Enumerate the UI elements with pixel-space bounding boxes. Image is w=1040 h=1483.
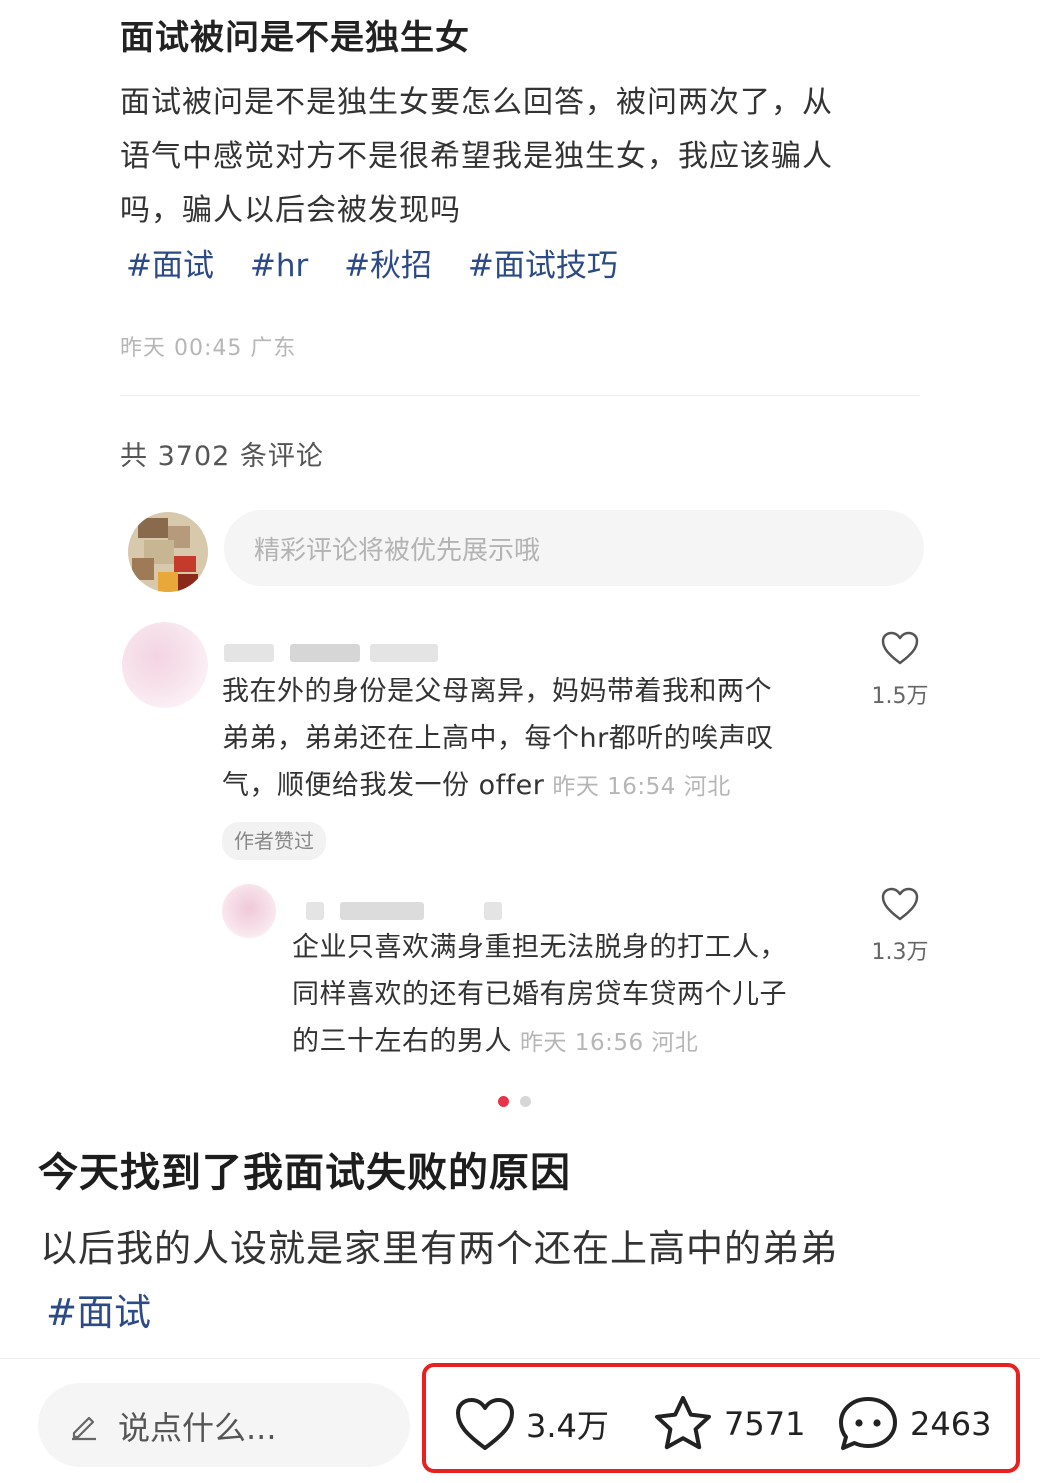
heart-icon — [881, 887, 919, 921]
divider — [120, 395, 920, 396]
post-body: 面试被问是不是独生女要怎么回答，被问两次了，从 语气中感觉对方不是很希望我是独生… — [120, 76, 920, 238]
post-body-line: 吗，骗人以后会被发现吗 — [120, 193, 461, 228]
comment-like-button[interactable]: 1.5万 — [860, 630, 940, 710]
heart-icon — [881, 631, 919, 665]
tag-link[interactable]: #hr — [250, 248, 308, 284]
tag-link[interactable]: #面试 — [126, 248, 214, 284]
comment-meta: 昨天 16:56 河北 — [520, 1030, 699, 1056]
like-count: 3.4万 — [526, 1407, 609, 1445]
commenter-name[interactable] — [224, 642, 438, 662]
post-tags: #面试 #hr #秋招 #面试技巧 — [126, 240, 644, 285]
comment-line: 弟弟，弟弟还在上高中，每个hr都听的唉声叹 — [222, 723, 774, 754]
comment-meta: 昨天 16:54 河北 — [552, 774, 731, 800]
carousel-dot[interactable] — [520, 1096, 531, 1107]
comment-bubble-icon — [839, 1397, 897, 1450]
comment-count-bottom: 2463 — [910, 1405, 992, 1443]
comment-text: 我在外的身份是父母离异，妈妈带着我和两个 弟弟，弟弟还在上高中，每个hr都听的唉… — [222, 668, 842, 811]
star-icon — [655, 1396, 711, 1450]
say-something-input[interactable]: 说点什么... — [38, 1383, 410, 1467]
comment-line: 我在外的身份是父母离异，妈妈带着我和两个 — [222, 676, 772, 707]
comment-line: 企业只喜欢满身重担无法脱身的打工人， — [292, 932, 787, 963]
comment-count: 共 3702 条评论 — [120, 441, 324, 472]
commenter-avatar[interactable] — [122, 622, 208, 708]
comment-line: 同样喜欢的还有已婚有房贷车贷两个儿子 — [292, 979, 787, 1010]
comment-line-text: 气，顺便给我发一份 offer — [222, 770, 545, 801]
author-liked-badge: 作者赞过 — [222, 822, 326, 860]
pencil-icon — [72, 1416, 96, 1441]
avatar — [128, 512, 208, 592]
comment-input[interactable]: 精彩评论将被优先展示哦 — [224, 510, 924, 586]
comment-line: 的三十左右的男人 昨天 16:56 河北 — [292, 1018, 852, 1067]
favorite-count: 7571 — [724, 1405, 806, 1443]
comment-like-button[interactable]: 1.3万 — [860, 886, 940, 966]
post-title: 面试被问是不是独生女 — [120, 18, 470, 58]
post-body: 以后我的人设就是家里有两个还在上高中的弟弟 — [40, 1227, 838, 1270]
say-something-placeholder: 说点什么... — [118, 1409, 277, 1447]
post-title: 今天找到了我面试失败的原因 — [38, 1150, 571, 1196]
comment-text: 企业只喜欢满身重担无法脱身的打工人， 同样喜欢的还有已婚有房贷车贷两个儿子 的三… — [292, 924, 852, 1067]
comment-line: 气，顺便给我发一份 offer 昨天 16:54 河北 — [222, 762, 842, 811]
post-body-line: 面试被问是不是独生女要怎么回答，被问两次了，从 — [120, 85, 833, 120]
like-button[interactable]: 3.4万 — [454, 1394, 609, 1454]
favorite-button[interactable]: 7571 — [652, 1394, 805, 1454]
tag-link[interactable]: #面试技巧 — [468, 248, 618, 284]
carousel-dot-active[interactable] — [498, 1096, 509, 1107]
tag-link[interactable]: #面试 — [46, 1282, 151, 1336]
comment-line-text: 的三十左右的男人 — [292, 1026, 512, 1057]
tag-link[interactable]: #秋招 — [344, 248, 432, 284]
heart-icon — [456, 1398, 514, 1450]
comment-button[interactable]: 2463 — [836, 1394, 991, 1454]
commenter-name[interactable] — [306, 900, 506, 920]
comment-input-placeholder: 精彩评论将被优先展示哦 — [254, 536, 541, 566]
comment-like-count: 1.5万 — [871, 684, 929, 709]
post-body-line: 语气中感觉对方不是很希望我是独生女，我应该骗人 — [120, 139, 833, 174]
commenter-avatar[interactable] — [222, 884, 276, 938]
post-meta: 昨天 00:45 广东 — [120, 336, 297, 361]
comment-like-count: 1.3万 — [871, 940, 929, 965]
